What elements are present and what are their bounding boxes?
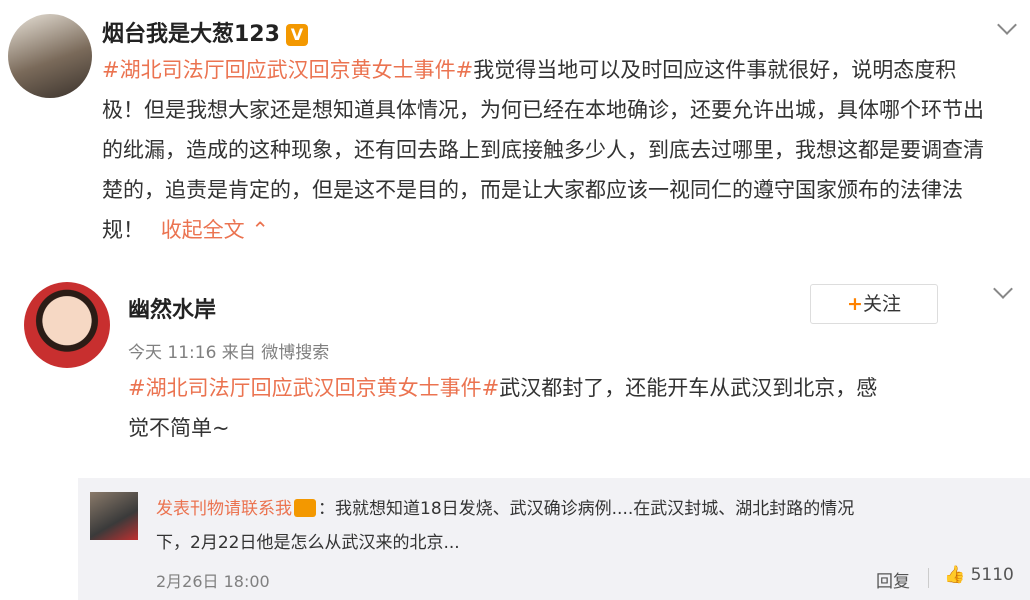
divider	[928, 568, 929, 588]
hashtag-link[interactable]: #湖北司法厅回应武汉回京黄女士事件#	[102, 58, 473, 82]
post-author[interactable]: 幽然水岸	[128, 292, 216, 324]
post-text: #湖北司法厅回应武汉回京黄女士事件#武汉都封了，还能开车从武汉到北京，感 觉不简…	[128, 376, 878, 440]
reply-author[interactable]: 发表刊物请联系我	[156, 499, 292, 519]
post-meta: 今天 11:16 来自 微博搜索	[128, 343, 330, 363]
follow-button[interactable]: +关注	[810, 284, 938, 324]
chevron-down-icon[interactable]	[997, 15, 1017, 35]
hashtag-link[interactable]: #湖北司法厅回应武汉回京黄女士事件#	[128, 376, 499, 400]
thumbs-up-icon: 👍	[944, 565, 966, 585]
reply-text: 发表刊物请联系我 ：我就想知道18日发烧、武汉确诊病例....在武汉封城、湖北封路…	[156, 499, 855, 553]
post-author[interactable]: 烟台我是大葱123 V	[102, 16, 308, 48]
avatar[interactable]	[90, 492, 138, 540]
user-badge-icon	[294, 499, 316, 517]
verified-icon: V	[285, 24, 308, 46]
reply-button[interactable]: 回复	[876, 567, 910, 592]
like-button[interactable]: 👍 5110	[944, 565, 1014, 585]
avatar[interactable]	[8, 14, 92, 98]
post-text: #湖北司法厅回应武汉回京黄女士事件#我觉得当地可以及时回应这件事就很好，说明态度…	[102, 58, 984, 242]
reply-date: 2月26日 18:00	[156, 572, 270, 591]
avatar[interactable]	[24, 282, 110, 368]
collapse-link[interactable]: 收起全文 ⌃	[161, 218, 269, 242]
chevron-down-icon[interactable]	[993, 279, 1013, 299]
